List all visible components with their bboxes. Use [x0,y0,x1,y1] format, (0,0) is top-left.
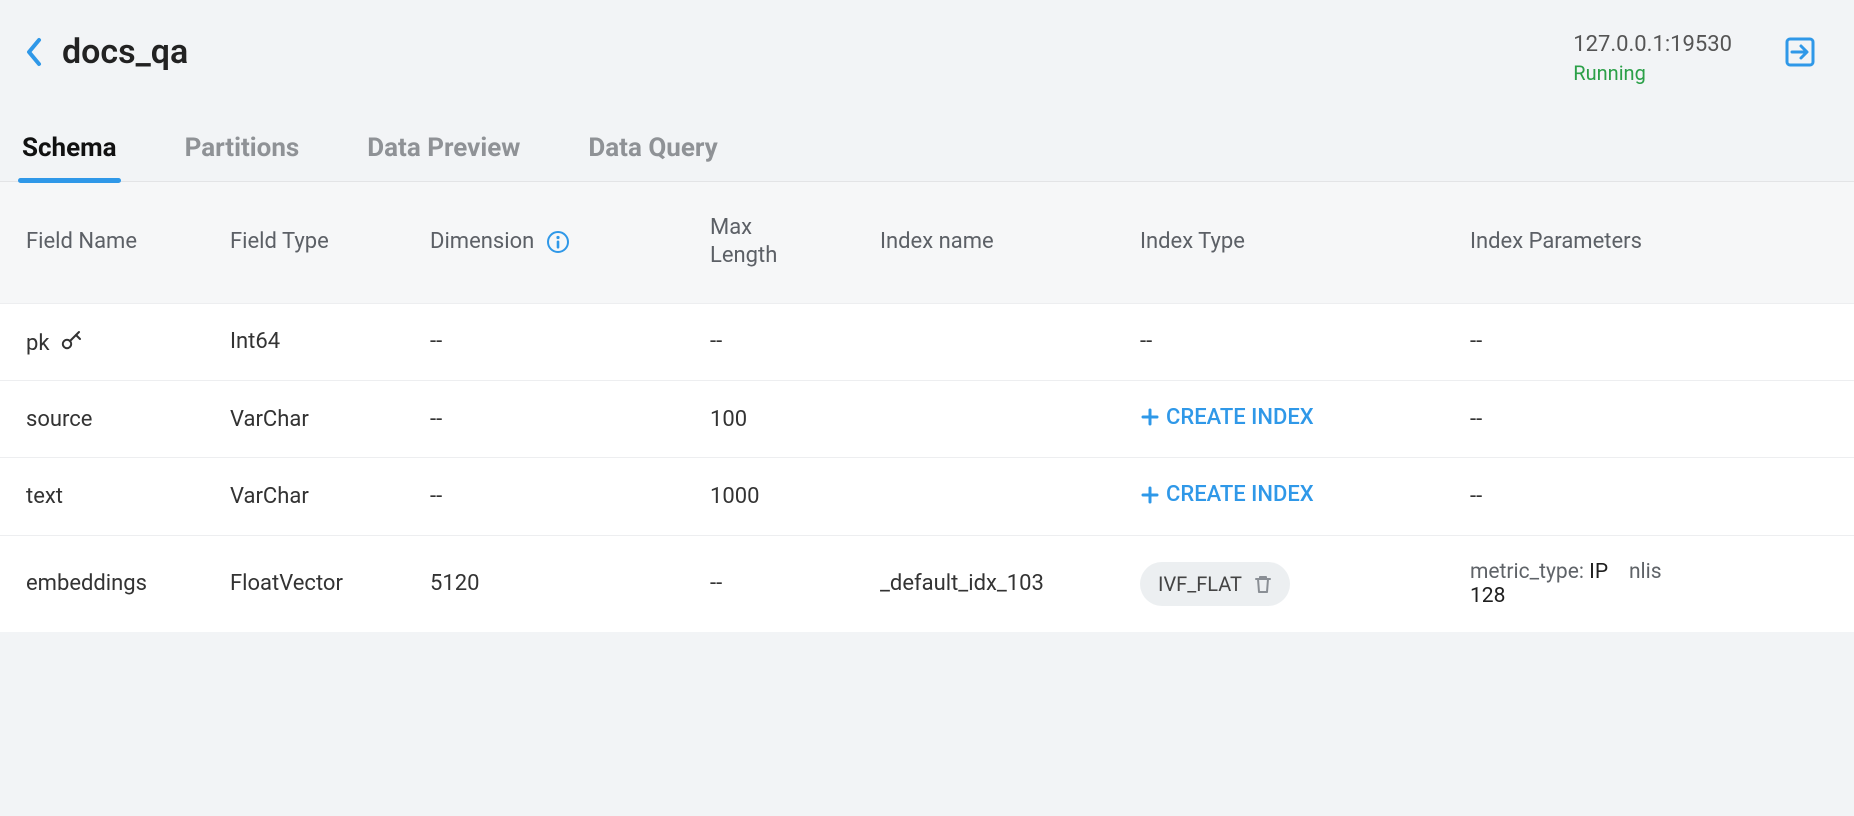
cell-max-length: 1000 [700,458,870,536]
cell-index-name [870,303,1130,380]
cell-index-type: CREATE INDEX [1130,458,1460,536]
create-index-label: CREATE INDEX [1166,405,1314,430]
exit-icon [1784,36,1816,68]
primary-key-icon [59,328,83,352]
cell-max-length: -- [700,535,870,632]
connection-status: 127.0.0.1:19530 Running [1573,30,1732,87]
cell-dimension: 5120 [420,535,700,632]
cell-index-type: IVF_FLAT [1130,535,1460,632]
tab-data-query[interactable]: Data Query [588,133,717,181]
plus-icon [1140,485,1160,505]
cell-dimension: -- [420,380,700,458]
col-max-length: Max Length [700,182,870,304]
table-row: embeddingsFloatVector5120--_default_idx_… [0,535,1854,632]
col-field-name: Field Name [0,182,220,304]
cell-dimension: -- [420,458,700,536]
param-value: 128 [1470,584,1505,608]
table-row: sourceVarChar--100CREATE INDEX-- [0,380,1854,458]
cell-field-name: source [0,380,220,458]
status-label: Running [1573,60,1732,87]
cell-index-name [870,458,1130,536]
cell-max-length: -- [700,303,870,380]
cell-field-type: Int64 [220,303,420,380]
cell-dimension: -- [420,303,700,380]
cell-field-name: embeddings [0,535,220,632]
exit-button[interactable] [1782,34,1818,70]
create-index-button[interactable]: CREATE INDEX [1140,405,1314,430]
tabs: Schema Partitions Data Preview Data Query [0,97,1854,182]
col-index-params: Index Parameters [1460,182,1854,304]
col-dimension: Dimension [420,182,700,304]
cell-index-name: _default_idx_103 [870,535,1130,632]
chevron-left-icon [25,37,43,67]
cell-index-params: -- [1460,303,1854,380]
cell-index-params: metric_type: IP nlis 128 [1460,535,1854,632]
col-index-type: Index Type [1130,182,1460,304]
cell-index-params: -- [1460,458,1854,536]
table-row: textVarChar--1000CREATE INDEX-- [0,458,1854,536]
schema-table: Field Name Field Type Dimension Max Leng… [0,182,1854,632]
tab-schema[interactable]: Schema [22,133,117,181]
cell-index-type: CREATE INDEX [1130,380,1460,458]
delete-index-button[interactable] [1254,574,1272,594]
cell-field-type: FloatVector [220,535,420,632]
cell-field-type: VarChar [220,458,420,536]
cell-max-length: 100 [700,380,870,458]
page-title: docs_qa [62,32,188,72]
param-key: nlis [1629,560,1662,584]
col-dimension-label: Dimension [430,229,534,254]
create-index-label: CREATE INDEX [1166,482,1314,507]
tab-partitions[interactable]: Partitions [185,133,300,181]
table-row: pk Int64-------- [0,303,1854,380]
cell-index-name [870,380,1130,458]
back-button[interactable] [20,30,48,74]
col-index-name: Index name [870,182,1130,304]
col-field-type: Field Type [220,182,420,304]
tab-data-preview[interactable]: Data Preview [367,133,520,181]
cell-index-type: -- [1130,303,1460,380]
cell-index-params: -- [1460,380,1854,458]
create-index-button[interactable]: CREATE INDEX [1140,482,1314,507]
cell-field-name: pk [0,303,220,380]
plus-icon [1140,407,1160,427]
trash-icon [1254,574,1272,594]
index-type-chip[interactable]: IVF_FLAT [1140,562,1290,606]
cell-field-name: text [0,458,220,536]
param-value: IP [1589,560,1608,584]
info-icon[interactable] [546,230,570,254]
param-key: metric_type: [1470,560,1589,584]
index-type-chip-label: IVF_FLAT [1158,572,1242,596]
cell-field-type: VarChar [220,380,420,458]
host-address: 127.0.0.1:19530 [1573,30,1732,60]
